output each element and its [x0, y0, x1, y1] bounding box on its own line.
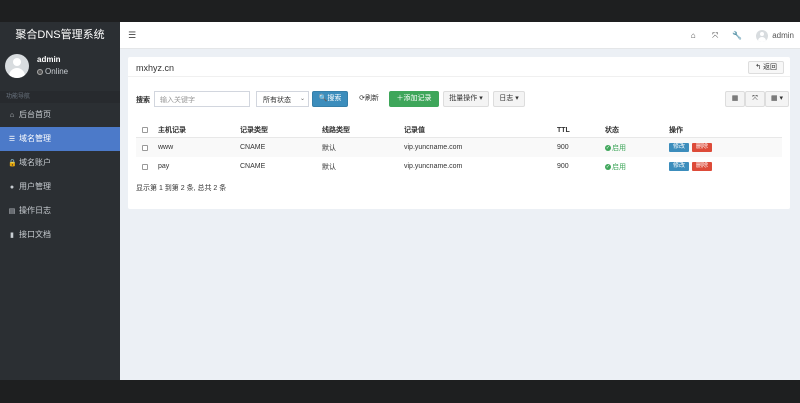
delete-button[interactable]: 删除	[692, 162, 713, 171]
home-icon: ⌂	[9, 112, 15, 119]
window-bottom-bar	[0, 380, 800, 403]
cell-value: vip.yuncname.com	[404, 163, 463, 170]
column-header-value[interactable]: 记录值	[404, 123, 425, 137]
cell-type: CNAME	[240, 144, 266, 151]
fullscreen-icon: ⤧	[752, 95, 758, 102]
nav-section-header: 功能导航	[0, 91, 120, 103]
status-select[interactable]: 所有状态 ⌄	[256, 91, 309, 107]
book-icon: ▮	[10, 232, 14, 239]
status-dot-icon	[37, 69, 43, 75]
top-header: ☰ ⌂ ⤧ 🔧 admin	[120, 22, 800, 49]
add-record-button[interactable]: ＋添加记录	[389, 91, 439, 107]
check-circle-icon: ✓	[605, 163, 611, 170]
caret-down-icon: ▾	[479, 95, 483, 102]
toolbar: 搜索 输入关键字 所有状态 ⌄ 🔍搜索 ⟳刷新 ＋添加记录 批量操作 ▾ 日志 ▾…	[136, 91, 789, 107]
plus-icon: ＋	[396, 95, 404, 102]
list-icon: ☰	[8, 136, 16, 143]
batch-actions-button[interactable]: 批量操作 ▾	[443, 91, 489, 107]
table-row[interactable]: www CNAME 默认 vip.yuncname.com 900 ✓ 启用 修改…	[136, 138, 782, 157]
cell-type: CNAME	[240, 163, 266, 170]
search-label: 搜索	[136, 97, 150, 104]
user-panel: admin Online	[0, 49, 120, 89]
back-icon: ↰	[755, 64, 762, 71]
refresh-button[interactable]: ⟳刷新	[352, 91, 386, 107]
column-header-status[interactable]: 状态	[605, 123, 619, 137]
list-alt-icon: ▤	[8, 208, 16, 215]
wrench-icon[interactable]: 🔧	[726, 31, 748, 40]
table-icon: ▦	[731, 95, 739, 102]
cell-host: www	[158, 144, 174, 151]
column-header-type[interactable]: 记录类型	[240, 123, 268, 137]
column-header-host[interactable]: 主机记录	[158, 123, 186, 137]
panel-header: mxhyz.cn ↰ 返回	[128, 57, 790, 77]
grid-icon: ▦	[770, 95, 778, 102]
header-avatar[interactable]	[756, 29, 769, 42]
fullscreen-icon[interactable]: ⤧	[704, 31, 726, 41]
search-input[interactable]: 输入关键字	[154, 91, 250, 107]
table-row[interactable]: pay CNAME 默认 vip.yuncname.com 900 ✓ 启用 修改…	[136, 157, 782, 176]
sidebar: 聚合DNS管理系统 admin Online 功能导航 ⌂ 后台首页 ☰ 域名管理 …	[0, 22, 120, 380]
user-icon: ●	[9, 184, 15, 191]
user-name: admin	[37, 55, 61, 64]
back-button[interactable]: ↰ 返回	[748, 61, 784, 74]
sidebar-item-logs[interactable]: ▤ 操作日志	[0, 199, 120, 223]
status-badge[interactable]: ✓ 启用	[605, 157, 626, 176]
search-button[interactable]: 🔍搜索	[312, 91, 348, 107]
lock-icon: 🔒	[8, 160, 17, 167]
page-title: mxhyz.cn	[136, 63, 175, 73]
delete-button[interactable]: 删除	[692, 143, 713, 152]
records-table: 主机记录 记录类型 线路类型 记录值 TTL 状态 操作 www CNAME 默…	[136, 123, 782, 176]
home-icon[interactable]: ⌂	[682, 31, 704, 40]
cell-line: 默认	[322, 144, 336, 152]
header-user-name[interactable]: admin	[772, 31, 794, 40]
log-button[interactable]: 日志 ▾	[493, 91, 525, 107]
sidebar-item-domains[interactable]: ☰ 域名管理	[0, 127, 120, 151]
column-header-line[interactable]: 线路类型	[322, 123, 350, 137]
chevron-down-icon: ⌄	[299, 96, 305, 102]
cell-line: 默认	[322, 163, 336, 171]
check-circle-icon: ✓	[605, 144, 611, 151]
edit-button[interactable]: 修改	[669, 143, 690, 152]
row-checkbox[interactable]	[142, 144, 148, 151]
fullscreen-button[interactable]: ⤧	[745, 91, 765, 107]
table-header-row: 主机记录 记录类型 线路类型 记录值 TTL 状态 操作	[136, 123, 782, 138]
status-badge[interactable]: ✓ 启用	[605, 138, 626, 157]
cell-ttl: 900	[557, 144, 569, 151]
cell-ttl: 900	[557, 163, 569, 170]
cell-host: pay	[158, 163, 170, 170]
pagination-summary: 显示第 1 到第 2 条, 总共 2 条	[136, 185, 227, 192]
app-title: 聚合DNS管理系统	[0, 22, 120, 49]
select-all-checkbox[interactable]	[142, 127, 148, 133]
records-panel: mxhyz.cn ↰ 返回 搜索 输入关键字 所有状态 ⌄ 🔍搜索 ⟳刷新 ＋添加…	[128, 57, 790, 209]
window-top-bar	[0, 0, 800, 22]
sidebar-item-home[interactable]: ⌂ 后台首页	[0, 103, 120, 127]
caret-down-icon: ▾	[515, 95, 519, 102]
edit-button[interactable]: 修改	[669, 162, 690, 171]
cell-value: vip.yuncname.com	[404, 144, 463, 151]
column-header-ttl[interactable]: TTL	[557, 123, 570, 137]
columns-button[interactable]: ▦ ▾	[765, 91, 789, 107]
user-status: Online	[37, 67, 68, 76]
toggle-view-button[interactable]: ▦	[725, 91, 745, 107]
sidebar-item-domain-accounts[interactable]: 🔒 域名账户	[0, 151, 120, 175]
avatar	[5, 54, 29, 78]
main-content: mxhyz.cn ↰ 返回 搜索 输入关键字 所有状态 ⌄ 🔍搜索 ⟳刷新 ＋添加…	[120, 49, 800, 380]
menu-toggle-icon[interactable]: ☰	[128, 30, 136, 41]
column-header-actions: 操作	[669, 127, 683, 134]
row-checkbox[interactable]	[142, 163, 148, 170]
sidebar-item-api-docs[interactable]: ▮ 接口文档	[0, 223, 120, 247]
caret-down-icon: ▾	[779, 95, 784, 102]
sidebar-item-users[interactable]: ● 用户管理	[0, 175, 120, 199]
